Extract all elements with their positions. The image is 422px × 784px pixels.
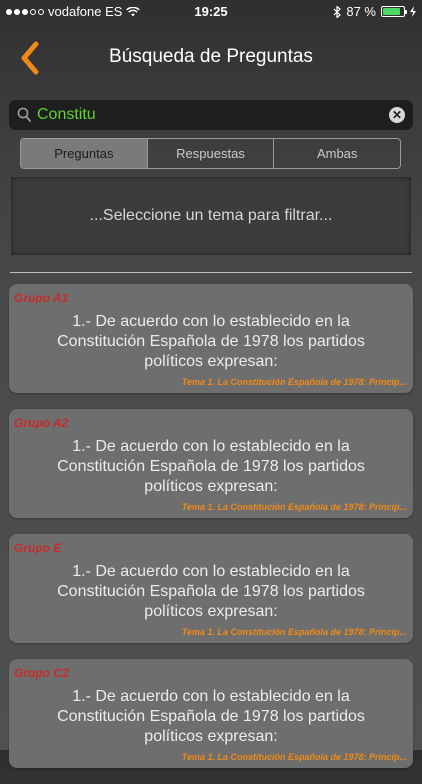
status-right: 87 % [333, 4, 416, 19]
result-card[interactable]: Grupo E 1.- De acuerdo con lo establecid… [9, 534, 413, 643]
page-title: Búsqueda de Preguntas [109, 46, 313, 67]
result-topic-label: Tema 1. La Constitución Española de 1978… [181, 377, 407, 387]
result-question-text: 1.- De acuerdo con lo establecido en la … [57, 563, 365, 620]
search-icon [17, 107, 31, 122]
result-question-text: 1.- De acuerdo con lo establecido en la … [57, 688, 365, 745]
bluetooth-icon [333, 5, 342, 18]
search-scope-segmented-control: Preguntas Respuestas Ambas [20, 138, 401, 169]
result-group-label: Grupo A1 [14, 291, 69, 305]
result-card[interactable]: Grupo A2 1.- De acuerdo con lo estableci… [9, 409, 413, 518]
result-card[interactable]: Grupo A1 1.- De acuerdo con lo estableci… [9, 284, 413, 393]
segment-respuestas[interactable]: Respuestas [148, 139, 275, 168]
search-bar: ✕ [9, 100, 413, 130]
divider [10, 272, 412, 273]
nav-bar: Búsqueda de Preguntas [0, 30, 422, 86]
segment-preguntas[interactable]: Preguntas [21, 139, 148, 168]
charging-bolt-icon [410, 6, 416, 17]
status-bar: vodafone ES 19:25 87 % [0, 0, 422, 22]
result-card[interactable]: Grupo C2 1.- De acuerdo con lo estableci… [9, 659, 413, 768]
result-group-label: Grupo E [14, 541, 62, 555]
result-group-label: Grupo C2 [14, 666, 69, 680]
topic-filter-selector[interactable]: ...Seleccione un tema para filtrar... [11, 177, 411, 255]
topic-filter-prompt: ...Seleccione un tema para filtrar... [89, 207, 333, 224]
result-group-label: Grupo A2 [14, 416, 69, 430]
result-question-text: 1.- De acuerdo con lo establecido en la … [57, 313, 365, 370]
result-topic-label: Tema 1. La Constitución Española de 1978… [181, 752, 407, 762]
result-topic-label: Tema 1. La Constitución Española de 1978… [181, 502, 407, 512]
battery-percent: 87 % [346, 4, 376, 19]
result-topic-label: Tema 1. La Constitución Española de 1978… [181, 627, 407, 637]
search-input[interactable] [37, 103, 377, 127]
segment-ambas[interactable]: Ambas [274, 139, 400, 168]
battery-icon [381, 6, 407, 17]
result-question-text: 1.- De acuerdo con lo establecido en la … [57, 438, 365, 495]
results-list: Grupo A1 1.- De acuerdo con lo estableci… [9, 284, 413, 784]
clear-search-button[interactable]: ✕ [389, 107, 405, 123]
